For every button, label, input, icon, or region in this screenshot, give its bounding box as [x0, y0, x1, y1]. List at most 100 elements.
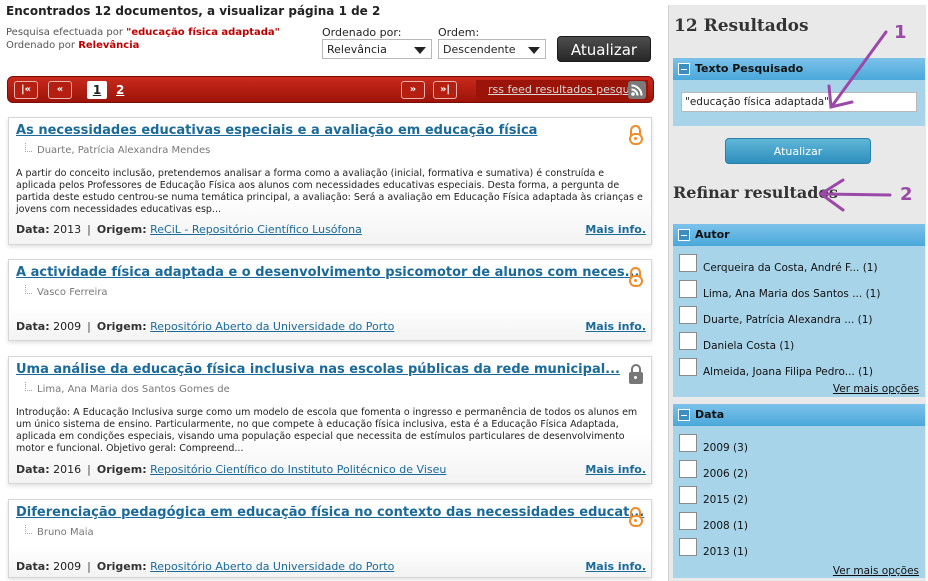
order-value: Relevância: [78, 40, 140, 51]
more-info-link[interactable]: Mais info.: [585, 560, 646, 573]
rss-feed-link[interactable]: rss feed resultados pesquisa: [488, 83, 645, 96]
author-panel-title: Autor: [695, 228, 730, 241]
order-prefix: Ordenado por: [6, 40, 79, 51]
result-title-link[interactable]: As necessidades educativas especiais e a…: [16, 123, 537, 138]
order-by-value: Relevância: [327, 43, 387, 56]
order-select[interactable]: Descendente: [438, 39, 546, 59]
result-footer: Data: 2016 | Origem: Repositório Científic…: [16, 463, 447, 476]
result-author: Lima, Ana Maria dos Santos Gomes de: [25, 382, 230, 395]
search-text-panel: Texto Pesquisado "educação física adapta…: [673, 58, 925, 126]
facet-label[interactable]: 2015 (2): [703, 494, 748, 506]
checkbox[interactable]: [679, 280, 697, 298]
facet-label[interactable]: 2009 (3): [703, 442, 748, 454]
order-by-label: Ordenado por:: [322, 26, 402, 39]
checkbox[interactable]: [679, 358, 697, 376]
result-title-link[interactable]: A actividade física adaptada e o desenvo…: [16, 265, 639, 280]
checkbox[interactable]: [679, 306, 697, 324]
result-title-link[interactable]: Diferenciação pedagógica em educação fís…: [16, 505, 644, 520]
origin-link[interactable]: Repositório Aberto da Universidade do Po…: [150, 320, 394, 333]
next-page-button[interactable]: »: [401, 81, 425, 99]
result-abstract: A partir do conceito inclusão, pretendem…: [16, 168, 643, 215]
date-label: Data:: [16, 560, 50, 573]
order-by-select[interactable]: Relevância: [322, 39, 432, 59]
facet-label[interactable]: 2006 (2): [703, 468, 748, 480]
collapse-icon[interactable]: [678, 229, 690, 241]
result-footer: Data: 2009 | Origem: Repositório Aberto da…: [16, 560, 395, 573]
result-footer: Data: 2013 | Origem: ReCiL - Repositório C…: [16, 223, 362, 236]
more-info-link[interactable]: Mais info.: [585, 463, 646, 476]
result-date: 2009: [53, 320, 82, 333]
author-panel-header[interactable]: Autor: [673, 224, 925, 246]
facet-label[interactable]: Lima, Ana Maria dos Santos ... (1): [703, 288, 880, 300]
collapse-icon[interactable]: [678, 63, 690, 75]
result-card: Uma análise da educação física inclusiva…: [8, 356, 652, 484]
facet-label[interactable]: Almeida, Joana Filipa Pedro... (1): [703, 366, 873, 378]
prev-page-button[interactable]: «: [48, 81, 72, 99]
result-date: 2009: [53, 560, 82, 573]
restricted-access-icon: [629, 364, 643, 384]
origin-link[interactable]: ReCiL - Repositório Científico Lusófona: [150, 223, 362, 236]
checkbox[interactable]: [679, 512, 697, 530]
last-page-button[interactable]: »|: [433, 81, 457, 99]
origin-label: Origem:: [96, 223, 147, 236]
result-card: Diferenciação pedagógica em educação fís…: [8, 499, 652, 578]
first-page-button[interactable]: |«: [14, 81, 38, 99]
result-date: 2013: [53, 223, 82, 236]
collapse-icon[interactable]: [678, 409, 690, 421]
page-2-link[interactable]: 2: [116, 81, 124, 99]
date-label: Data:: [16, 320, 50, 333]
result-abstract: Introdução: A Educação Inclusiva surge c…: [16, 407, 638, 454]
origin-link[interactable]: Repositório Aberto da Universidade do Po…: [150, 560, 394, 573]
date-facet-panel: Data 2009 (3) 2006 (2) 2015 (2) 2008 (1)…: [673, 404, 925, 578]
result-author: Bruno Maia: [25, 525, 94, 538]
checkbox[interactable]: [679, 486, 697, 504]
order-value: Descendente: [443, 43, 516, 56]
search-text-panel-title: Texto Pesquisado: [695, 62, 804, 75]
page-1-link[interactable]: 1: [87, 81, 107, 99]
more-dates-link[interactable]: Ver mais opções: [833, 565, 919, 577]
chevron-down-icon: [414, 47, 426, 54]
facet-label[interactable]: Daniela Costa (1): [703, 340, 794, 352]
author-facet-panel: Autor Cerqueira da Costa, André F... (1)…: [673, 224, 925, 397]
sidebar-update-button[interactable]: Atualizar: [725, 138, 871, 164]
origin-label: Origem:: [96, 463, 147, 476]
annotation-number-2: 2: [900, 184, 913, 205]
rss-area: rss feed resultados pesquisa: [476, 80, 648, 100]
checkbox[interactable]: [679, 460, 697, 478]
checkbox[interactable]: [679, 332, 697, 350]
result-title-link[interactable]: Uma análise da educação física inclusiva…: [16, 362, 620, 377]
checkbox[interactable]: [679, 434, 697, 452]
search-text-input[interactable]: "educação física adaptada": [681, 92, 917, 112]
annotation-number-1: 1: [894, 22, 907, 43]
results-summary-title: Encontrados 12 documentos, a visualizar …: [6, 4, 381, 18]
checkbox[interactable]: [679, 538, 697, 556]
date-panel-title: Data: [695, 408, 725, 421]
facet-label[interactable]: 2008 (1): [703, 520, 748, 532]
origin-label: Origem:: [96, 560, 147, 573]
search-query-prefix: Pesquisa efectuada por: [6, 27, 127, 38]
facet-label[interactable]: 2013 (1): [703, 546, 748, 558]
result-card: A actividade física adaptada e o desenvo…: [8, 259, 652, 341]
date-label: Data:: [16, 463, 50, 476]
sidebar: 12 Resultados Texto Pesquisado "educação…: [668, 5, 926, 581]
date-label: Data:: [16, 223, 50, 236]
facet-label[interactable]: Duarte, Patrícia Alexandra ... (1): [703, 314, 873, 326]
refine-results-title: Refinar resultados: [673, 183, 839, 202]
more-info-link[interactable]: Mais info.: [585, 320, 646, 333]
chevron-down-icon: [528, 47, 540, 54]
open-access-icon: [629, 125, 643, 145]
results-count: 12 Resultados: [674, 16, 809, 36]
checkbox[interactable]: [679, 254, 697, 272]
facet-label[interactable]: Cerqueira da Costa, André F... (1): [703, 262, 878, 274]
open-access-icon: [629, 267, 643, 287]
date-panel-header[interactable]: Data: [673, 404, 925, 426]
open-access-icon: [629, 507, 643, 527]
update-button[interactable]: Atualizar: [557, 36, 651, 62]
more-authors-link[interactable]: Ver mais opções: [833, 383, 919, 395]
search-text-panel-header[interactable]: Texto Pesquisado: [673, 58, 925, 80]
more-info-link[interactable]: Mais info.: [585, 223, 646, 236]
rss-icon[interactable]: [628, 81, 646, 99]
origin-link[interactable]: Repositório Científico do Instituto Poli…: [150, 463, 446, 476]
result-date: 2016: [53, 463, 82, 476]
result-card: As necessidades educativas especiais e a…: [8, 117, 652, 245]
